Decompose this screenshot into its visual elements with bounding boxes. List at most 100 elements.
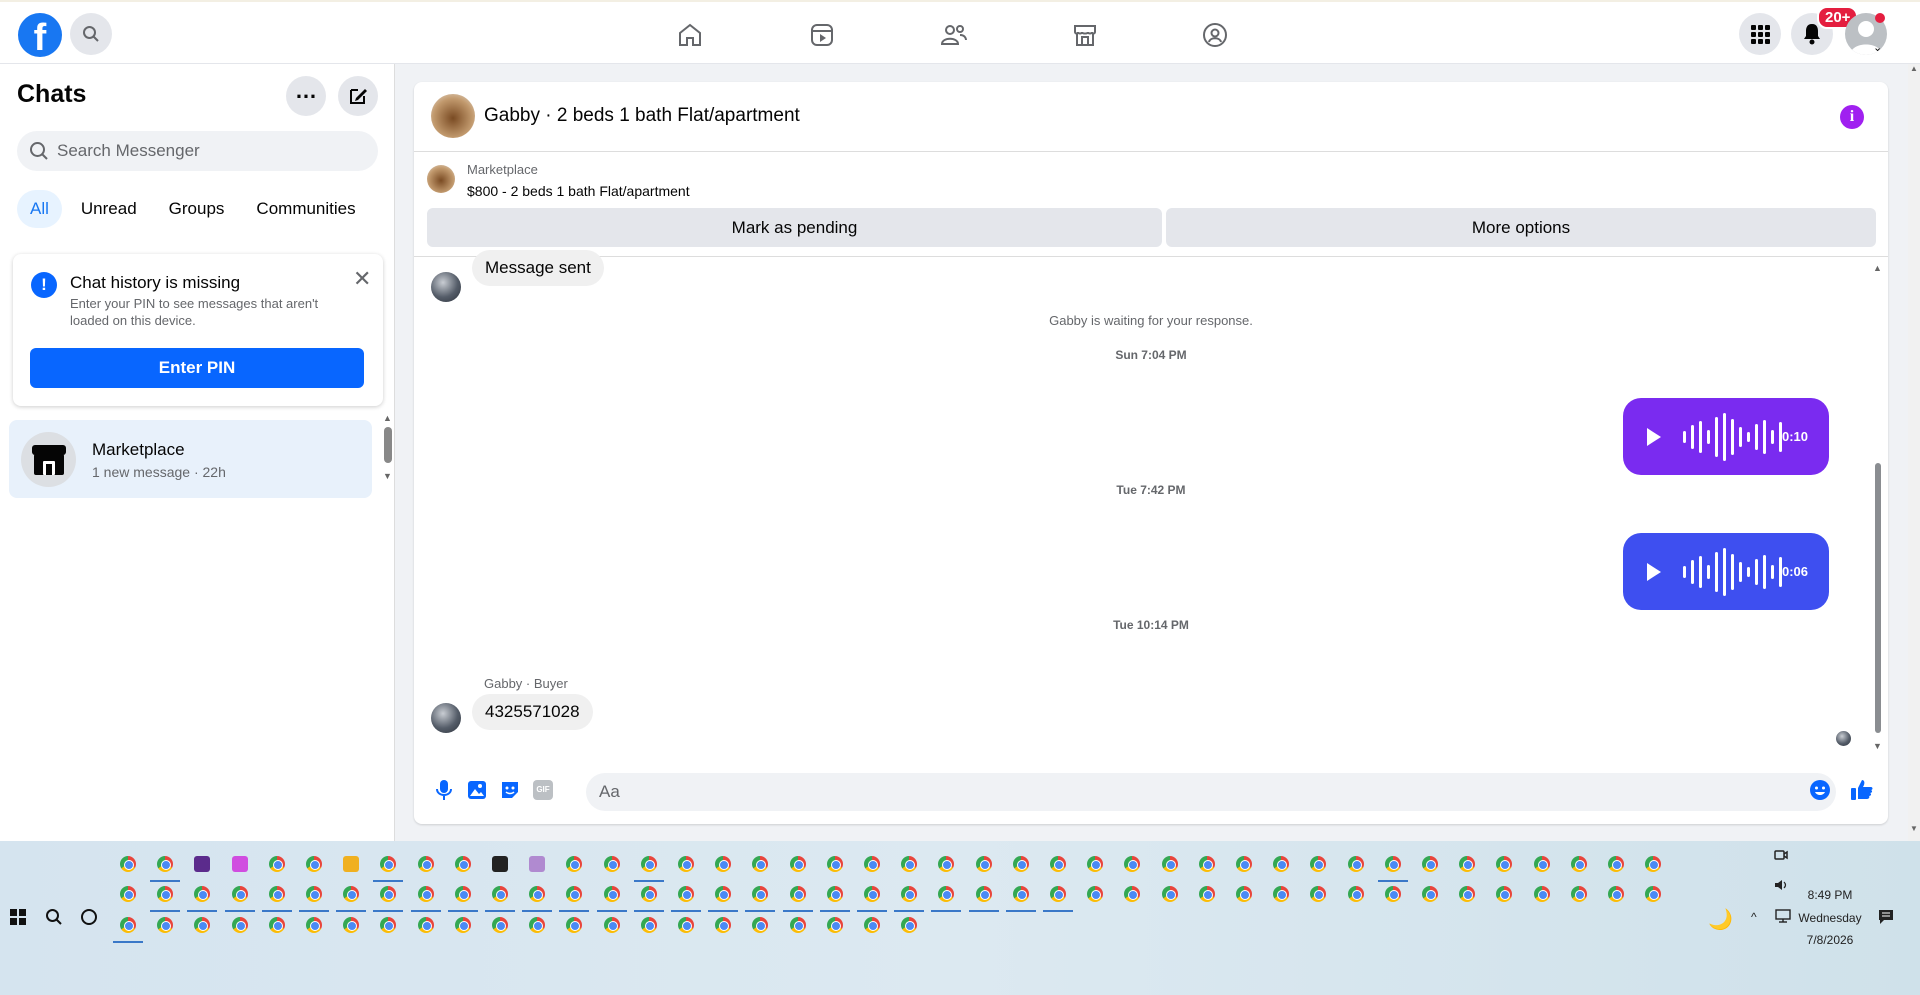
chrome-icon[interactable] [380, 917, 397, 933]
chrome-icon[interactable] [715, 856, 732, 872]
message-bubble[interactable]: 4325571028 [472, 694, 593, 730]
chrome-icon[interactable] [1533, 856, 1550, 872]
chevron-up-icon[interactable]: ^ [1751, 910, 1757, 924]
nav-video[interactable] [805, 18, 839, 52]
chrome-icon[interactable] [492, 886, 508, 902]
chrome-icon[interactable] [1161, 886, 1178, 902]
chrome-icon[interactable] [975, 886, 992, 902]
info-icon[interactable]: i [1840, 105, 1864, 129]
chrome-icon[interactable] [454, 886, 471, 902]
clock-date[interactable]: 7/8/2026 [1790, 933, 1870, 947]
chrome-icon[interactable] [1124, 886, 1141, 902]
chrome-icon[interactable] [1310, 856, 1327, 872]
cortana-icon[interactable] [80, 908, 98, 926]
chrome-icon[interactable] [1608, 856, 1624, 872]
filter-communities[interactable]: Communities [243, 190, 368, 228]
chrome-icon[interactable] [715, 886, 732, 902]
chrome-icon[interactable] [1496, 886, 1513, 902]
chevron-down-icon[interactable]: ⌄ [1873, 41, 1882, 54]
chrome-icon[interactable] [231, 917, 248, 933]
chrome-icon[interactable] [640, 856, 657, 872]
chrome-icon[interactable] [678, 886, 694, 902]
chrome-icon[interactable] [529, 917, 546, 933]
chrome-icon[interactable] [826, 856, 843, 872]
listing-photo[interactable] [431, 94, 475, 138]
app-icon[interactable] [492, 856, 508, 872]
sidebar-scrollbar[interactable]: ▲ ▼ [383, 413, 392, 485]
chrome-icon[interactable] [864, 917, 880, 933]
thread-scrollbar[interactable]: ▲ ▼ [1873, 263, 1883, 763]
chrome-icon[interactable] [789, 856, 806, 872]
chrome-icon[interactable] [603, 856, 620, 872]
more-options-button[interactable]: … [286, 76, 326, 116]
chrome-icon[interactable] [157, 886, 174, 902]
windows-start-icon[interactable] [10, 909, 26, 925]
chrome-icon[interactable] [1422, 886, 1438, 902]
volume-icon[interactable] [1774, 878, 1788, 892]
chrome-icon[interactable] [1459, 856, 1476, 872]
voice-message[interactable]: 0:10 [1623, 398, 1829, 475]
chrome-icon[interactable] [380, 856, 397, 872]
chrome-icon[interactable] [640, 886, 657, 902]
nav-friends[interactable] [937, 18, 971, 52]
new-message-button[interactable] [338, 76, 378, 116]
chrome-icon[interactable] [938, 856, 955, 872]
chrome-icon[interactable] [1236, 886, 1252, 902]
message-input[interactable]: Aa [586, 773, 1836, 811]
chat-list-item-marketplace[interactable]: Marketplace 1 new message · 22h [9, 420, 372, 498]
chrome-icon[interactable] [1570, 886, 1587, 902]
filter-groups[interactable]: Groups [156, 190, 238, 228]
chrome-icon[interactable] [268, 917, 285, 933]
chrome-icon[interactable] [826, 886, 843, 902]
app-icon[interactable] [194, 856, 211, 872]
chrome-icon[interactable] [864, 856, 880, 872]
chrome-icon[interactable] [1645, 886, 1662, 902]
chrome-icon[interactable] [1161, 856, 1178, 872]
chrome-icon[interactable] [120, 886, 136, 902]
chrome-icon[interactable] [417, 886, 434, 902]
chrome-icon[interactable] [380, 886, 397, 902]
microphone-icon[interactable] [432, 778, 456, 802]
meet-now-icon[interactable] [1774, 848, 1788, 862]
chrome-icon[interactable] [417, 856, 434, 872]
chrome-icon[interactable] [231, 886, 248, 902]
chrome-icon[interactable] [1050, 856, 1066, 872]
chrome-icon[interactable] [120, 917, 136, 933]
chrome-icon[interactable] [566, 917, 583, 933]
chrome-icon[interactable] [268, 856, 285, 872]
listing-thumbnail[interactable] [427, 165, 455, 193]
chrome-icon[interactable] [306, 886, 322, 902]
chrome-icon[interactable] [678, 856, 694, 872]
chrome-icon[interactable] [603, 886, 620, 902]
chrome-icon[interactable] [194, 886, 211, 902]
more-options-button[interactable]: More options [1166, 208, 1876, 247]
mark-as-pending-button[interactable]: Mark as pending [427, 208, 1162, 247]
chrome-icon[interactable] [566, 856, 583, 872]
network-icon[interactable] [1775, 909, 1791, 923]
chrome-icon[interactable] [826, 917, 843, 933]
gif-icon[interactable]: GIF [531, 778, 555, 802]
chrome-icon[interactable] [454, 917, 471, 933]
chrome-icon[interactable] [789, 917, 806, 933]
chrome-icon[interactable] [1496, 856, 1513, 872]
chrome-icon[interactable] [678, 917, 694, 933]
chrome-icon[interactable] [492, 917, 508, 933]
chrome-icon[interactable] [1087, 856, 1104, 872]
chrome-icon[interactable] [120, 856, 136, 872]
chrome-icon[interactable] [1384, 886, 1401, 902]
clock-day[interactable]: Wednesday [1790, 911, 1870, 925]
conversation-title[interactable]: Gabby · 2 beds 1 bath Flat/apartment [484, 105, 800, 127]
chrome-icon[interactable] [194, 917, 211, 933]
chrome-icon[interactable] [1198, 886, 1215, 902]
chrome-icon[interactable] [529, 886, 546, 902]
close-icon[interactable]: ✕ [353, 266, 371, 292]
chrome-icon[interactable] [1087, 886, 1104, 902]
chrome-icon[interactable] [566, 886, 583, 902]
chrome-icon[interactable] [864, 886, 880, 902]
filter-all[interactable]: All [17, 190, 62, 228]
chrome-icon[interactable] [1645, 856, 1662, 872]
app-icon[interactable] [529, 856, 546, 872]
chrome-icon[interactable] [901, 856, 918, 872]
search-button[interactable] [70, 13, 112, 55]
chrome-icon[interactable] [1347, 886, 1364, 902]
